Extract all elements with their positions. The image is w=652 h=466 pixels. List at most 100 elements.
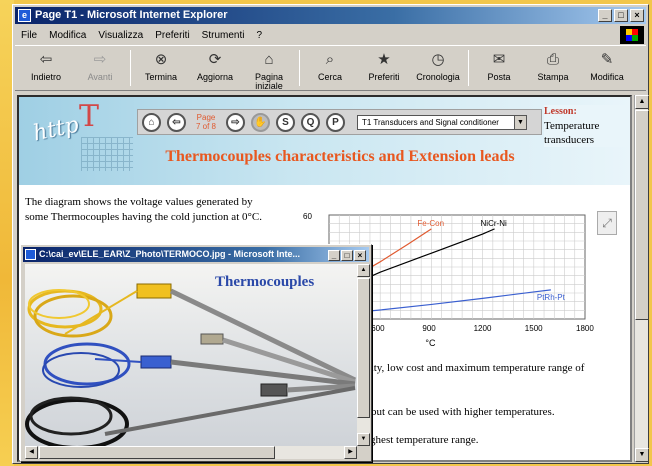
menu-modifica[interactable]: Modifica bbox=[49, 30, 86, 41]
chevron-down-icon[interactable]: ▼ bbox=[514, 115, 526, 129]
x-tick-label: 600 bbox=[371, 324, 385, 333]
toolbar-button-aggiorna[interactable]: ⟳ Aggiorna bbox=[188, 46, 242, 82]
popup-vscroll-thumb[interactable] bbox=[357, 278, 370, 418]
toolbar-separator bbox=[299, 50, 300, 86]
prev-page-icon[interactable]: ⇦ bbox=[167, 112, 186, 132]
popup-scroll-left-icon[interactable]: ◀ bbox=[25, 446, 38, 459]
toolbar-button-avanti[interactable]: ⇨ Avanti bbox=[73, 46, 127, 82]
popup-close-button[interactable]: × bbox=[354, 250, 366, 261]
refresh-icon: ⟳ bbox=[208, 51, 222, 68]
toolbar-button-label: Avanti bbox=[87, 72, 113, 82]
maximize-button[interactable]: □ bbox=[614, 9, 628, 22]
stop-icon: ⊗ bbox=[154, 51, 168, 68]
series-label-ptrh-pt: PtRh-Pt bbox=[537, 293, 566, 302]
windows-logo-icon bbox=[620, 26, 644, 44]
ie-logo-icon: e bbox=[18, 9, 31, 22]
menu-bar: File Modifica Visualizza Preferiti Strum… bbox=[15, 26, 646, 44]
toolbar-button-modifica[interactable]: ✎ Modifica bbox=[580, 46, 634, 82]
toolbar-button-pagina-iniziale[interactable]: ⌂ Pagina iniziale bbox=[242, 46, 296, 91]
page-indicator: Page 7 of 8 bbox=[195, 113, 216, 131]
next-page-icon[interactable]: ⇨ bbox=[226, 112, 245, 132]
print-nav-icon[interactable]: P bbox=[326, 112, 345, 132]
course-select-value: T1 Transducers and Signal conditioner bbox=[362, 117, 499, 127]
thermocouples-photo: Thermocouples bbox=[25, 264, 357, 446]
body-line-1: rity, low cost and maximum temperature r… bbox=[367, 362, 585, 374]
x-tick-label: 1800 bbox=[576, 324, 594, 333]
scroll-up-icon[interactable]: ▲ bbox=[635, 95, 649, 109]
home-icon: ⌂ bbox=[264, 51, 274, 68]
popup-maximize-button[interactable]: □ bbox=[341, 250, 353, 261]
popup-scroll-down-icon[interactable]: ▼ bbox=[357, 433, 370, 446]
summary-nav-icon[interactable]: S bbox=[276, 112, 295, 132]
page-scrollbar[interactable]: ▲ ▼ bbox=[634, 95, 649, 462]
home-nav-icon[interactable]: ⌂ bbox=[142, 112, 161, 132]
toolbar-button-termina[interactable]: ⊗ Termina bbox=[134, 46, 188, 82]
scroll-down-icon[interactable]: ▼ bbox=[635, 448, 649, 462]
minimize-button[interactable]: _ bbox=[598, 9, 612, 22]
menu-help[interactable]: ? bbox=[256, 30, 262, 41]
popup-hscroll-thumb[interactable] bbox=[39, 446, 275, 459]
toolbar-button-label: Cerca bbox=[317, 72, 342, 82]
history-icon: ◷ bbox=[431, 51, 445, 68]
browser-toolbar: ⇦ Indietro ⇨ Avanti ⊗ Termina ⟳ Aggiorna ⌂ Pagina… bbox=[15, 45, 646, 91]
search-icon: ⌕ bbox=[325, 51, 335, 68]
x-tick-label: 1500 bbox=[525, 324, 543, 333]
menu-strumenti[interactable]: Strumenti bbox=[202, 30, 245, 41]
x-tick-label: 900 bbox=[422, 324, 436, 333]
menu-file[interactable]: File bbox=[21, 30, 37, 41]
favorites-icon: ★ bbox=[377, 51, 391, 68]
lesson-navigation: ⌂ ⇦ Page 7 of 8 ⇨ ✋ S Q P T1 Transducers… bbox=[137, 109, 542, 135]
photo-caption: Thermocouples bbox=[215, 274, 315, 290]
x-tick-label: 1200 bbox=[474, 324, 492, 333]
http-logo: http bbox=[30, 112, 82, 147]
forward-arrow-icon: ⇨ bbox=[93, 51, 107, 68]
stop-nav-icon: ✋ bbox=[251, 112, 270, 132]
y-tick-label: 60 bbox=[303, 212, 312, 221]
close-button[interactable]: × bbox=[630, 9, 644, 22]
scroll-thumb[interactable] bbox=[635, 110, 649, 320]
menu-visualizza[interactable]: Visualizza bbox=[98, 30, 143, 41]
toolbar-button-label: Stampa bbox=[537, 72, 569, 82]
toolbar-button-indietro[interactable]: ⇦ Indietro bbox=[19, 46, 73, 82]
series-label-fe-con: Fe-Con bbox=[417, 219, 444, 228]
toolbar-button-preferiti[interactable]: ★ Preferiti bbox=[357, 46, 411, 82]
toolbar-button-label: Termina bbox=[144, 72, 177, 82]
toolbar-button-label: Posta bbox=[487, 72, 511, 82]
lesson-info: Lesson: Temperature transducers bbox=[544, 105, 630, 147]
body-line-3: ighest temperature range. bbox=[367, 434, 479, 446]
thermocouples-illustration bbox=[25, 283, 357, 446]
page-banner: http T ⌂ ⇦ Page 7 of 8 ⇨ ✋ S Q P T1 Tran… bbox=[19, 97, 630, 185]
x-axis-unit: °C bbox=[425, 338, 436, 347]
intro-text: The diagram shows the voltage values gen… bbox=[25, 196, 262, 223]
lesson-name: Temperature transducers bbox=[544, 120, 600, 146]
toolbar-button-stampa[interactable]: ⎙ Stampa bbox=[526, 46, 580, 82]
mail-icon: ✉ bbox=[492, 51, 506, 68]
popup-minimize-button[interactable]: _ bbox=[328, 250, 340, 261]
window-title: Page T1 - Microsoft Internet Explorer bbox=[35, 9, 228, 21]
magnify-icon[interactable]: ⤢ bbox=[597, 211, 617, 235]
lesson-label: Lesson: bbox=[544, 106, 577, 117]
toolbar-button-cronologia[interactable]: ◷ Cronologia bbox=[411, 46, 465, 82]
popup-horizontal-scrollbar[interactable]: ◀ ▶ bbox=[25, 446, 357, 459]
quiz-nav-icon[interactable]: Q bbox=[301, 112, 320, 132]
toolbar-button-label: Preferiti bbox=[368, 72, 400, 82]
page-title: Thermocouples characteristics and Extens… bbox=[165, 148, 515, 165]
series-label-nicr-ni: NiCr-Ni bbox=[481, 219, 507, 228]
toolbar-button-posta[interactable]: ✉ Posta bbox=[472, 46, 526, 82]
menu-preferiti[interactable]: Preferiti bbox=[155, 30, 189, 41]
toolbar-button-cerca[interactable]: ⌕ Cerca bbox=[303, 46, 357, 82]
back-arrow-icon: ⇦ bbox=[39, 51, 53, 68]
course-select[interactable]: T1 Transducers and Signal conditioner ▼ bbox=[357, 114, 527, 130]
window-titlebar[interactable]: e Page T1 - Microsoft Internet Explorer … bbox=[15, 7, 646, 24]
body-line-2: but can be used with higher temperatures… bbox=[371, 406, 555, 418]
popup-scroll-right-icon[interactable]: ▶ bbox=[344, 446, 357, 459]
toolbar-separator bbox=[468, 50, 469, 86]
image-popup-window: C:\cai_ev\ELE_EAR\Z_Photo\TERMOCO.jpg - … bbox=[20, 244, 372, 462]
logo-grid bbox=[81, 137, 133, 171]
edit-icon: ✎ bbox=[600, 51, 614, 68]
popup-titlebar[interactable]: C:\cai_ev\ELE_EAR\Z_Photo\TERMOCO.jpg - … bbox=[23, 247, 369, 262]
popup-vertical-scrollbar[interactable]: ▲ ▼ bbox=[357, 264, 370, 446]
toolbar-button-label: Cronologia bbox=[416, 72, 460, 82]
popup-scroll-up-icon[interactable]: ▲ bbox=[357, 264, 370, 277]
t-logo: T bbox=[79, 99, 100, 134]
